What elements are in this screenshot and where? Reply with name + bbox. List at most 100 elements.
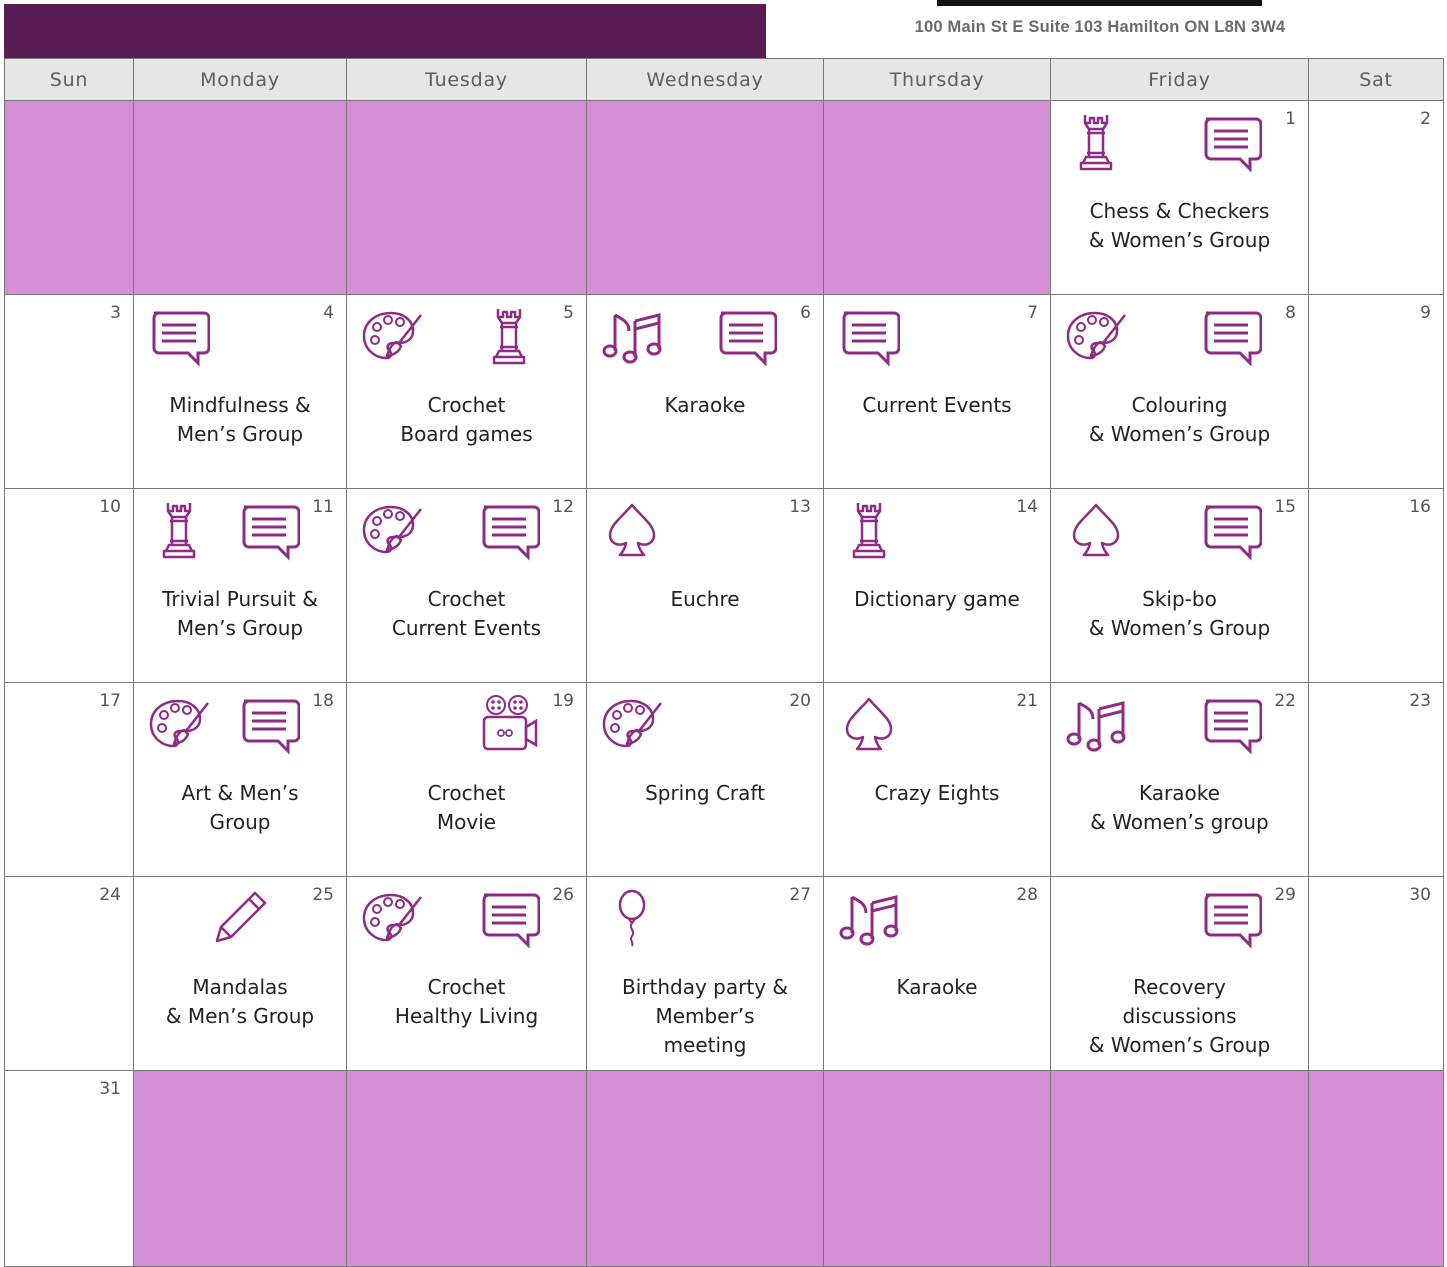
event-text: Skip-bo & Women’s Group [1051,585,1308,643]
spade-icon [838,693,900,755]
event-line: Spring Craft [645,781,765,805]
event-text: Art & Men’s Group [134,779,346,837]
day-cell-fri: 22 Karaoke & Women’s group [1050,682,1309,877]
day-cell-content: 21 Crazy Eights [824,683,1050,876]
event-text: Karaoke & Women’s group [1051,779,1308,837]
day-cell-sat: 16 [1308,488,1444,683]
empty-day-cell [823,100,1051,295]
day-cell-content: 17 [5,683,133,876]
header-banner [4,4,766,58]
event-line: Crochet [427,587,506,611]
calendar-grid: Sun Monday Tuesday Wednesday Thursday Fr… [4,58,1444,1267]
day-cell-mon: 11 Trivial Pursuit & Men’s Group [133,488,347,683]
weekday-friday: Friday [1050,58,1309,101]
week-row: 1 Chess & Checkers & Women’s Group 2 [4,100,1444,295]
week-row: 17 18 Art & Men’s Group 19 Crochet Movie 20 S… [4,682,1444,877]
event-text: Crochet Board games [347,391,586,449]
spade-icon [1065,499,1127,561]
day-number: 31 [99,1079,121,1099]
day-cell-sun: 10 [4,488,134,683]
day-cell-sun: 17 [4,682,134,877]
event-line: Men’s Group [176,616,304,640]
day-cell-thu: 14 Dictionary game [823,488,1051,683]
paint-palette-icon [361,887,423,949]
day-number: 3 [110,303,121,323]
event-line: & Men’s Group [165,1004,315,1028]
day-cell-content: 9 [1309,295,1443,488]
day-cell-tue: 12 Crochet Current Events [346,488,587,683]
day-cell-content: 13 Euchre [587,489,823,682]
empty-day-cell [586,1070,824,1267]
day-cell-sat: 30 [1308,876,1444,1071]
day-cell-content: 14 Dictionary game [824,489,1050,682]
header-black-bar [937,0,1262,6]
day-cell-content: 1 Chess & Checkers & Women’s Group [1051,101,1308,294]
event-line: Member’s [655,1004,755,1028]
day-cell-content: 24 [5,877,133,1070]
movie-camera-icon [478,693,540,755]
event-line: Skip-bo [1142,587,1217,611]
weekday-monday: Monday [133,58,347,101]
day-number: 2 [1420,109,1431,129]
paint-palette-icon [148,693,210,755]
day-number: 19 [552,691,574,711]
day-cell-fri: 15 Skip-bo & Women’s Group [1050,488,1309,683]
day-cell-content: 23 [1309,683,1443,876]
event-line: Recovery [1133,975,1226,999]
day-cell-content: 29 Recovery discussions & Women’s Group [1051,877,1308,1070]
event-text: Euchre [587,585,823,614]
empty-day-cell [133,1070,347,1267]
event-text: Karaoke [587,391,823,420]
event-line: meeting [663,1033,747,1057]
speech-bubble-icon [478,499,540,561]
event-line: Men’s Group [176,422,304,446]
event-text: Trivial Pursuit & Men’s Group [134,585,346,643]
music-notes-icon [601,305,663,367]
empty-day-cell [346,100,587,295]
day-cell-tue: 5 Crochet Board games [346,294,587,489]
event-line: Crazy Eights [874,781,1000,805]
day-number: 27 [789,885,811,905]
day-cell-sat: 2 [1308,100,1444,295]
day-cell-content: 18 Art & Men’s Group [134,683,346,876]
event-line: Current Events [391,616,542,640]
day-cell-wed: 6 Karaoke [586,294,824,489]
day-cell-thu: 7 Current Events [823,294,1051,489]
day-cell-content: 6 Karaoke [587,295,823,488]
day-cell-sat: 9 [1308,294,1444,489]
event-text: Karaoke [824,973,1050,1002]
day-number: 12 [552,497,574,517]
event-text: Crochet Current Events [347,585,586,643]
event-line: Healthy Living [394,1004,539,1028]
event-line: Mindfulness & [169,393,311,417]
event-line: Colouring [1131,393,1228,417]
day-cell-content: 10 [5,489,133,682]
day-cell-mon: 4 Mindfulness & Men’s Group [133,294,347,489]
day-number: 5 [563,303,574,323]
event-text: Colouring & Women’s Group [1051,391,1308,449]
day-number: 18 [312,691,334,711]
day-number: 21 [1016,691,1038,711]
weekday-header-row: Sun Monday Tuesday Wednesday Thursday Fr… [4,58,1444,101]
day-cell-content: 4 Mindfulness & Men’s Group [134,295,346,488]
event-text: Birthday party & Member’s meeting [587,973,823,1060]
day-cell-fri: 29 Recovery discussions & Women’s Group [1050,876,1309,1071]
event-text: Spring Craft [587,779,823,808]
day-cell-fri: 1 Chess & Checkers & Women’s Group [1050,100,1309,295]
event-line: Crochet [427,393,506,417]
event-line: Chess & Checkers [1089,199,1270,223]
day-cell-thu: 21 Crazy Eights [823,682,1051,877]
day-number: 17 [99,691,121,711]
empty-day-cell [586,100,824,295]
day-cell-content: 2 [1309,101,1443,294]
event-line: Karaoke [1139,781,1220,805]
day-cell-sun: 24 [4,876,134,1071]
day-cell-mon: 25 Mandalas & Men’s Group [133,876,347,1071]
event-line: Karaoke [664,393,746,417]
day-cell-wed: 20 Spring Craft [586,682,824,877]
event-line: Art & Men’s [181,781,299,805]
event-line: & Women’s Group [1088,616,1271,640]
day-cell-sun: 3 [4,294,134,489]
day-cell-content: 26 Crochet Healthy Living [347,877,586,1070]
day-number: 30 [1409,885,1431,905]
